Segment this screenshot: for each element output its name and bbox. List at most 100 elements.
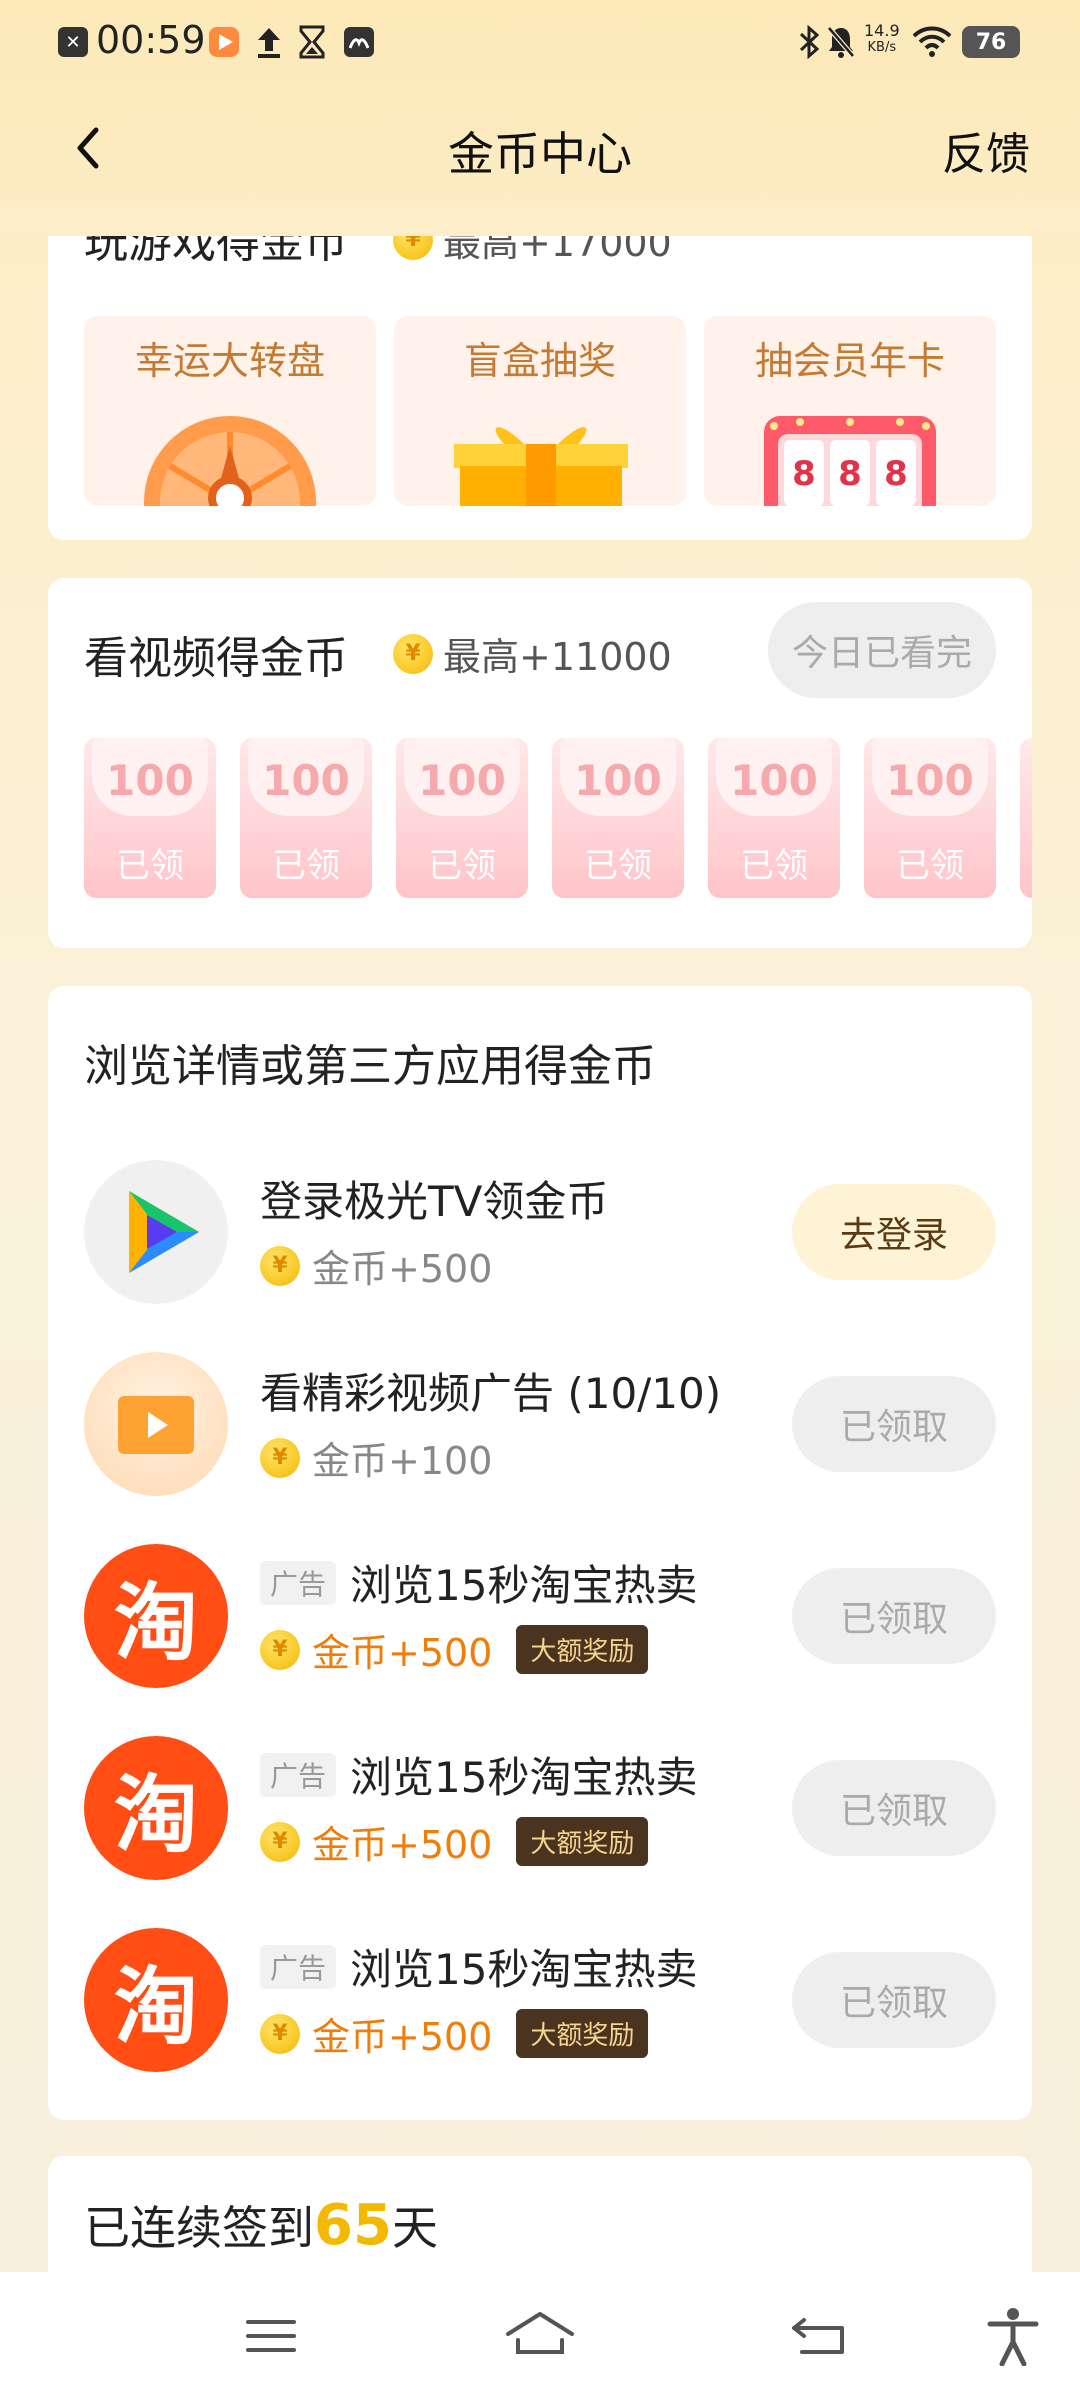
svg-text:8: 8 — [838, 454, 862, 494]
status-time: 00:59 — [96, 18, 206, 62]
tasks-card: 浏览详情或第三方应用得金币 登录极光TV领金币 ¥ 金币+500 去登录 看精彩… — [48, 986, 1032, 2120]
tasks-title: 浏览详情或第三方应用得金币 — [84, 1041, 656, 1092]
video-envelope[interactable]: 100 已领 — [708, 738, 840, 898]
video-envelope[interactable]: 100 已领 — [396, 738, 528, 898]
aurora-tv-icon — [84, 1160, 228, 1304]
video-envelope[interactable]: 100 已领 — [552, 738, 684, 898]
coin-icon: ¥ — [260, 1629, 300, 1670]
ad-tag: 广告 — [260, 1561, 337, 1605]
scroll-mask — [0, 206, 1080, 236]
envelope-amount: 100 — [886, 756, 974, 805]
mute-icon — [826, 24, 856, 60]
task-title-text: 浏览15秒淘宝热卖 — [350, 1753, 698, 1802]
task-row: 淘 广告 浏览15秒淘宝热卖 ¥ 金币+500 大额奖励 已领取 — [48, 1530, 1032, 1700]
envelope-amount: 100 — [262, 756, 350, 805]
video-envelope[interactable]: 100 已领 — [864, 738, 996, 898]
upload-icon — [254, 24, 284, 60]
task-title: 广告 浏览15秒淘宝热卖 — [260, 1552, 697, 1613]
feedback-button[interactable]: 反馈 — [942, 118, 1030, 182]
video-ad-icon — [84, 1352, 228, 1496]
task-reward: ¥ 金币+500 大额奖励 — [260, 2006, 649, 2061]
claimed-button[interactable]: 已领取 — [792, 1568, 996, 1664]
network-speed: 14.9 KB/s — [864, 22, 900, 56]
games-max-reward-visible: ¥ 最高+17000 — [393, 236, 672, 266]
back-nav-icon[interactable] — [786, 2306, 856, 2366]
task-reward: ¥ 金币+100 — [260, 1430, 492, 1485]
membership-card-label: 抽会员年卡 — [754, 339, 945, 383]
task-title-text: 浏览15秒淘宝热卖 — [350, 1561, 698, 1610]
games-title-visible: 玩游戏得金币 — [84, 236, 348, 266]
page-title: 金币中心 — [448, 127, 632, 181]
task-title: 广告 浏览15秒淘宝热卖 — [260, 1744, 697, 1805]
svg-text:8: 8 — [792, 454, 816, 494]
coin-icon: ¥ — [260, 1437, 300, 1478]
taobao-icon: 淘 — [84, 1736, 228, 1880]
coin-icon: ¥ — [260, 1245, 300, 1286]
taobao-icon: 淘 — [84, 1544, 228, 1688]
bluetooth-icon — [798, 24, 820, 60]
games-max-reward-visible-text: 最高+17000 — [443, 236, 672, 265]
task-reward-text: 金币+500 — [312, 1823, 493, 1867]
envelope-status: 已领 — [116, 846, 184, 886]
task-reward-text: 金币+500 — [312, 1247, 493, 1291]
task-reward: ¥ 金币+500 大额奖励 — [260, 1622, 649, 1677]
blind-box-label: 盲盒抽奖 — [463, 339, 616, 383]
claimed-button[interactable]: 已领取 — [792, 1376, 996, 1472]
video-envelope[interactable]: 100 已领 — [84, 738, 216, 898]
top-bar: 金币中心 反馈 — [0, 96, 1080, 206]
menu-icon[interactable] — [236, 2306, 306, 2366]
checkin-title: 已连续签到65天 — [84, 2192, 438, 2258]
hourglass-icon — [298, 24, 326, 60]
coin-icon: ¥ — [260, 1821, 300, 1862]
big-reward-badge: 大额奖励 — [516, 2009, 649, 2058]
login-button[interactable]: 去登录 — [792, 1184, 996, 1280]
close-square-icon: ✕ — [58, 27, 88, 57]
checkin-days: 65 — [314, 2193, 392, 2258]
blind-box-tile[interactable]: 盲盒抽奖 — [394, 316, 686, 506]
lucky-wheel-label: 幸运大转盘 — [134, 339, 325, 383]
big-reward-badge: 大额奖励 — [516, 1625, 649, 1674]
task-title: 登录极光TV领金币 — [260, 1177, 609, 1226]
checkin-suffix: 天 — [391, 2201, 438, 2255]
video-card: 看视频得金币 ¥ 最高+11000 今日已看完 100 已领 100 已领 10… — [48, 578, 1032, 948]
task-title: 广告 浏览15秒淘宝热卖 — [260, 1936, 697, 1997]
envelope-status: 已领 — [896, 846, 964, 886]
home-icon[interactable] — [500, 2306, 574, 2366]
video-envelope[interactable]: 100 已领 — [240, 738, 372, 898]
big-reward-badge: 大额奖励 — [516, 1817, 649, 1866]
task-row: 看精彩视频广告 (10/10) ¥ 金币+100 已领取 — [48, 1338, 1032, 1508]
video-max-reward: ¥ 最高+11000 — [393, 626, 672, 681]
coin-icon: ¥ — [393, 236, 433, 260]
speed-value: 14.9 — [864, 21, 900, 40]
task-title: 看精彩视频广告 (10/10) — [260, 1369, 722, 1418]
task-row: 淘 广告 浏览15秒淘宝热卖 ¥ 金币+500 大额奖励 已领取 — [48, 1722, 1032, 1892]
video-done-button[interactable]: 今日已看完 — [768, 602, 996, 698]
accessibility-icon[interactable] — [978, 2306, 1048, 2367]
task-reward-text: 金币+500 — [312, 1631, 493, 1675]
envelope-status: 已领 — [584, 846, 652, 886]
envelope-amount: 100 — [418, 756, 506, 805]
membership-card-tile[interactable]: 抽会员年卡 888 — [704, 316, 996, 506]
envelope-status: 已领 — [428, 846, 496, 886]
checkin-prefix: 已连续签到 — [84, 2201, 314, 2255]
svg-text:8: 8 — [884, 454, 908, 494]
envelope-amount: 100 — [730, 756, 818, 805]
lucky-wheel-tile[interactable]: 幸运大转盘 — [84, 316, 376, 506]
wifi-icon — [912, 24, 952, 60]
task-reward-text: 金币+500 — [312, 2015, 493, 2059]
claimed-button[interactable]: 已领取 — [792, 1760, 996, 1856]
battery-icon: 76 — [962, 26, 1020, 58]
envelope-status: 已领 — [740, 846, 808, 886]
envelope-amount: 100 — [106, 756, 194, 805]
claimed-button[interactable]: 已领取 — [792, 1952, 996, 2048]
status-bar: ✕ 00:59 14.9 KB/s 76 — [0, 0, 1080, 84]
task-row: 淘 广告 浏览15秒淘宝热卖 ¥ 金币+500 大额奖励 已领取 — [48, 1914, 1032, 2084]
envelope-status: 已领 — [272, 846, 340, 886]
ad-tag: 广告 — [260, 1753, 337, 1797]
slot-machine-icon: 888 — [764, 416, 936, 506]
coin-icon: ¥ — [260, 2013, 300, 2054]
gift-box-icon — [454, 427, 628, 506]
task-reward: ¥ 金币+500 大额奖励 — [260, 1814, 649, 1869]
video-envelope-partial[interactable] — [1020, 738, 1032, 898]
taobao-icon: 淘 — [84, 1928, 228, 2072]
